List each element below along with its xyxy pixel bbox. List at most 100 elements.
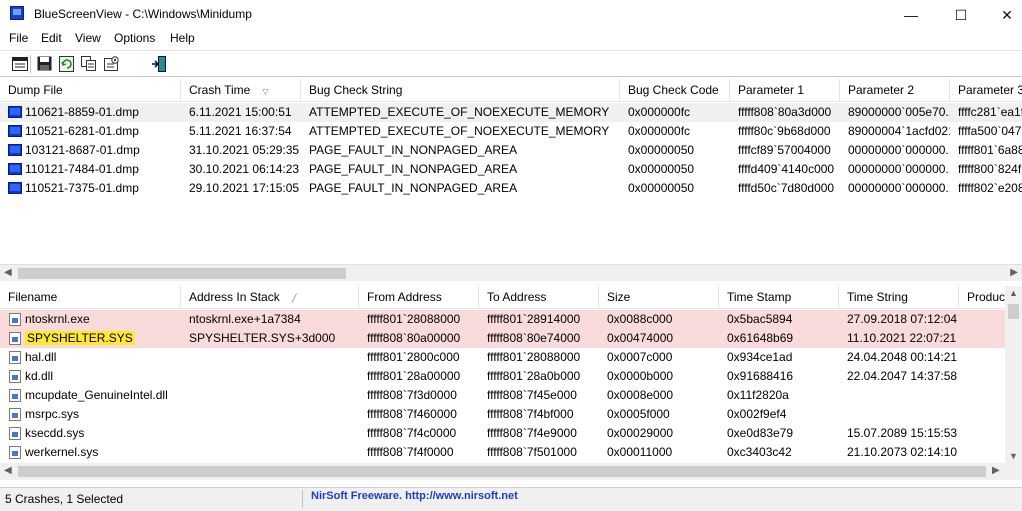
header-label: Dump File — [8, 83, 63, 97]
properties-icon[interactable] — [11, 55, 29, 72]
minimize-button[interactable]: — — [888, 0, 934, 30]
scrollbar-thumb[interactable] — [18, 268, 346, 279]
column-bug-check-string[interactable]: Bug Check String — [301, 79, 620, 102]
menu-options[interactable]: Options — [114, 31, 155, 45]
exit-icon[interactable] — [150, 55, 168, 72]
header-label: Address In Stack — [189, 290, 280, 304]
cell-time-stamp: 0x91688416 — [727, 369, 794, 383]
save-icon[interactable] — [35, 55, 53, 72]
cell-address-in-stack: SPYSHELTER.SYS+3d000 — [189, 331, 336, 345]
menu-help[interactable]: Help — [170, 31, 195, 45]
header-label: To Address — [487, 290, 547, 304]
cell-dump-file: 110621-8859-01.dmp — [25, 105, 139, 119]
driver-list-vertical-scrollbar[interactable]: ▲ ▼ — [1005, 286, 1022, 463]
table-row[interactable]: kd.dll fffff801`28a00000 fffff801`28a0b0… — [0, 367, 1005, 386]
table-row[interactable]: hal.dll fffff801`2800c000 fffff801`28088… — [0, 348, 1005, 367]
scroll-left-icon[interactable]: ◀ — [4, 267, 12, 278]
header-label: Time Stamp — [727, 290, 792, 304]
table-row[interactable]: mcupdate_GenuineIntel.dll fffff808`7f3d0… — [0, 386, 1005, 405]
toolbar-separator — [30, 55, 31, 73]
column-product[interactable]: Product — [959, 286, 1005, 309]
menu-edit[interactable]: Edit — [41, 31, 62, 45]
cell-from-address: fffff808`80a00000 — [367, 331, 461, 345]
driver-list-horizontal-scrollbar[interactable]: ◀ ▶ — [0, 463, 1022, 480]
header-label: Bug Check String — [309, 83, 403, 97]
header-label: Product — [967, 290, 1005, 304]
scrollbar-thumb[interactable] — [1008, 304, 1019, 319]
table-row[interactable]: 110521-7375-01.dmp 29.10.2021 17:15:05 P… — [0, 179, 1022, 198]
nirsoft-link[interactable]: NirSoft Freeware. http://www.nirsoft.net — [311, 490, 518, 502]
table-row[interactable]: ntoskrnl.exe ntoskrnl.exe+1a7384 fffff80… — [0, 310, 1005, 329]
scroll-up-icon[interactable]: ▲ — [1009, 288, 1018, 298]
header-label: Crash Time — [189, 83, 251, 97]
column-parameter-2[interactable]: Parameter 2 — [840, 79, 950, 102]
table-row[interactable]: 110121-7484-01.dmp 30.10.2021 06:14:23 P… — [0, 160, 1022, 179]
cell-parameter-3: fffff802`e208 — [958, 181, 1022, 195]
column-from-address[interactable]: From Address — [359, 286, 479, 309]
column-parameter-1[interactable]: Parameter 1 — [730, 79, 840, 102]
scroll-left-icon[interactable]: ◀ — [4, 465, 12, 476]
column-size[interactable]: Size — [599, 286, 719, 309]
scrollbar-thumb[interactable] — [18, 466, 986, 477]
cell-filename: werkernel.sys — [25, 445, 99, 459]
cell-address-in-stack — [181, 386, 359, 405]
table-row[interactable]: 110521-6281-01.dmp 5.11.2021 16:37:54 AT… — [0, 122, 1022, 141]
crash-list-pane: Dump File Crash Time ▽ Bug Check String B… — [0, 79, 1022, 264]
cell-address-in-stack — [181, 405, 359, 424]
status-count: 5 Crashes, 1 Selected — [5, 492, 124, 506]
table-row[interactable]: msrpc.sys fffff808`7f460000 fffff808`7f4… — [0, 405, 1005, 424]
maximize-button[interactable]: ☐ — [938, 0, 984, 30]
table-row[interactable]: SPYSHELTER.SYS SPYSHELTER.SYS+3d000 ffff… — [0, 329, 1005, 348]
cell-to-address: fffff801`28088000 — [487, 350, 581, 364]
table-row[interactable]: werkernel.sys fffff808`7f4f0000 fffff808… — [0, 443, 1005, 462]
column-time-stamp[interactable]: Time Stamp — [719, 286, 839, 309]
table-row[interactable]: 110621-8859-01.dmp 6.11.2021 15:00:51 AT… — [0, 103, 1022, 122]
column-dump-file[interactable]: Dump File — [0, 79, 181, 102]
cell-time-string: 15.07.2089 15:15:53 — [847, 426, 958, 440]
table-row[interactable]: 103121-8687-01.dmp 31.10.2021 05:29:35 P… — [0, 141, 1022, 160]
cell-to-address: fffff808`7f4bf000 — [487, 407, 574, 421]
sort-indicator-icon: ▽ — [262, 87, 269, 96]
scroll-right-icon[interactable]: ▶ — [992, 465, 1000, 476]
column-time-string[interactable]: Time String — [839, 286, 959, 309]
column-crash-time[interactable]: Crash Time ▽ — [181, 79, 301, 102]
scroll-down-icon[interactable]: ▼ — [1009, 451, 1018, 461]
crash-list-horizontal-scrollbar[interactable]: ◀ ▶ — [0, 264, 1022, 281]
column-address-in-stack[interactable]: Address In Stack ╱ — [181, 286, 359, 309]
menu-view[interactable]: View — [75, 31, 101, 45]
scroll-right-icon[interactable]: ▶ — [1010, 267, 1018, 278]
cell-filename: msrpc.sys — [25, 407, 79, 421]
cell-address-in-stack: ntoskrnl.exe+1a7384 — [189, 312, 301, 326]
column-parameter-3[interactable]: Parameter 3 — [950, 79, 1022, 102]
cell-bug-check-string: PAGE_FAULT_IN_NONPAGED_AREA — [309, 143, 518, 157]
cell-crash-time: 5.11.2021 16:37:54 — [189, 124, 292, 138]
cell-from-address: fffff808`7f4c0000 — [367, 426, 457, 440]
column-filename[interactable]: Filename — [0, 286, 181, 309]
cell-parameter-3: fffff800`824f — [958, 162, 1022, 176]
refresh-icon[interactable] — [57, 55, 75, 72]
html-report-icon[interactable] — [103, 55, 121, 72]
column-bug-check-code[interactable]: Bug Check Code — [620, 79, 730, 102]
highlighted-filename: SPYSHELTER.SYS — [25, 331, 135, 345]
header-label: Parameter 2 — [848, 83, 915, 97]
column-to-address[interactable]: To Address — [479, 286, 599, 309]
cell-filename: hal.dll — [25, 350, 57, 364]
cell-address-in-stack — [181, 443, 359, 462]
window-title: BlueScreenView - C:\Windows\Minidump — [34, 7, 252, 21]
close-button[interactable]: ✕ — [984, 0, 1022, 30]
cell-to-address: fffff801`28a0b000 — [487, 369, 581, 383]
menu-file[interactable]: File — [9, 31, 28, 45]
cell-dump-file: 110121-7484-01.dmp — [25, 162, 139, 176]
cell-address-in-stack — [181, 348, 359, 367]
cell-bug-check-code: 0x00000050 — [628, 143, 695, 157]
cell-parameter-1: ffffcf89`57004000 — [738, 143, 831, 157]
cell-time-string — [839, 386, 959, 405]
cell-to-address: fffff808`80e74000 — [487, 331, 581, 345]
cell-parameter-1: fffff80c`9b68d000 — [738, 124, 831, 138]
cell-to-address: fffff808`7f45e000 — [487, 388, 577, 402]
cell-size: 0x0000b000 — [607, 369, 674, 383]
table-row[interactable]: ksecdd.sys fffff808`7f4c0000 fffff808`7f… — [0, 424, 1005, 443]
cell-bug-check-string: PAGE_FAULT_IN_NONPAGED_AREA — [309, 181, 518, 195]
copy-icon[interactable] — [80, 55, 98, 72]
driver-list-pane: Filename Address In Stack ╱ From Address … — [0, 286, 1005, 463]
